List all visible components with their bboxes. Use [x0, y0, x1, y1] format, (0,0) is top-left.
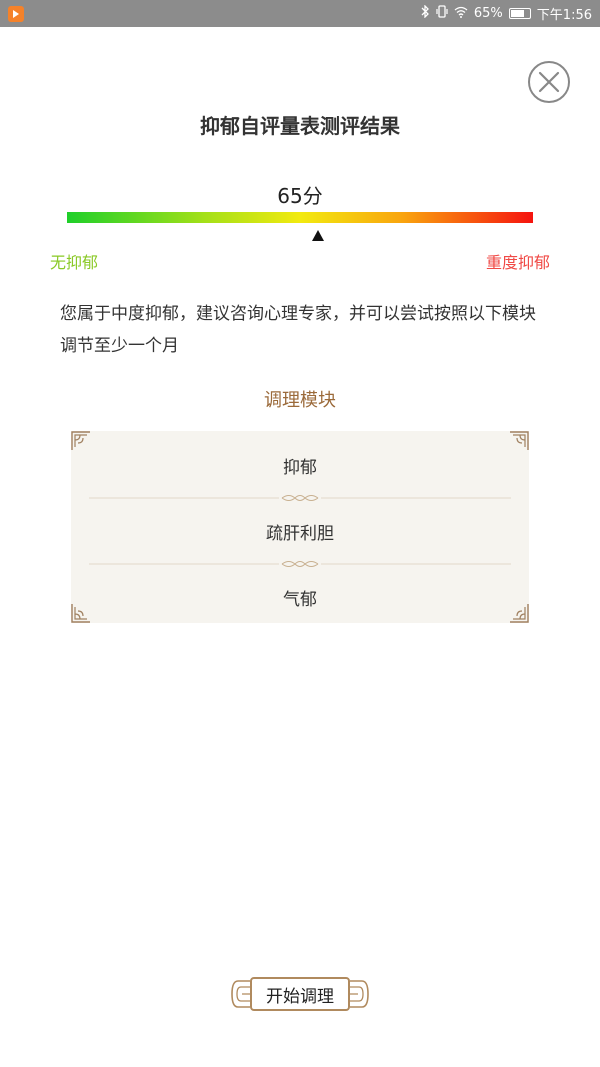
close-icon [538, 71, 560, 93]
module-item[interactable]: 气郁 [71, 585, 529, 610]
app-notification-icon [8, 5, 24, 22]
battery-percent: 65% [473, 6, 503, 21]
gauge-label-none: 无抑郁 [50, 253, 99, 272]
severity-gauge [67, 212, 533, 223]
battery-icon [508, 8, 531, 19]
module-list: 抑郁 疏肝利胆 气郁 [71, 431, 529, 623]
module-section-title: 调理模块 [264, 390, 336, 411]
gauge-marker-icon [311, 230, 324, 241]
status-bar: 65% 下午1:56 [0, 0, 600, 27]
button-ornament-icon [350, 980, 369, 1008]
wifi-icon [454, 6, 468, 22]
start-button-label: 开始调理 [250, 977, 350, 1011]
bluetooth-icon [421, 4, 430, 22]
result-description: 您属于中度抑郁，建议咨询心理专家，并可以尝试按照以下模块调节至少一个月 [60, 304, 536, 356]
ornamental-divider [89, 561, 511, 567]
corner-ornament-icon [510, 431, 529, 450]
page-title: 抑郁自评量表测评结果 [200, 114, 400, 138]
close-button[interactable] [528, 61, 570, 103]
status-right: 65% 下午1:56 [421, 4, 592, 23]
module-item[interactable]: 抑郁 [71, 453, 529, 478]
result-page: 65% 下午1:56 抑郁自评量表测评结果 65分 无抑郁 重度抑郁 您属于中度… [0, 0, 600, 1067]
start-adjust-button[interactable]: 开始调理 [230, 977, 370, 1011]
vibrate-icon [436, 5, 448, 22]
gauge-label-severe: 重度抑郁 [485, 253, 550, 272]
ornamental-divider [89, 495, 511, 501]
status-time: 下午1:56 [536, 8, 592, 23]
corner-ornament-icon [71, 431, 90, 450]
module-item[interactable]: 疏肝利胆 [71, 519, 529, 544]
score-value: 65分 [277, 184, 323, 208]
button-ornament-icon [231, 980, 250, 1008]
